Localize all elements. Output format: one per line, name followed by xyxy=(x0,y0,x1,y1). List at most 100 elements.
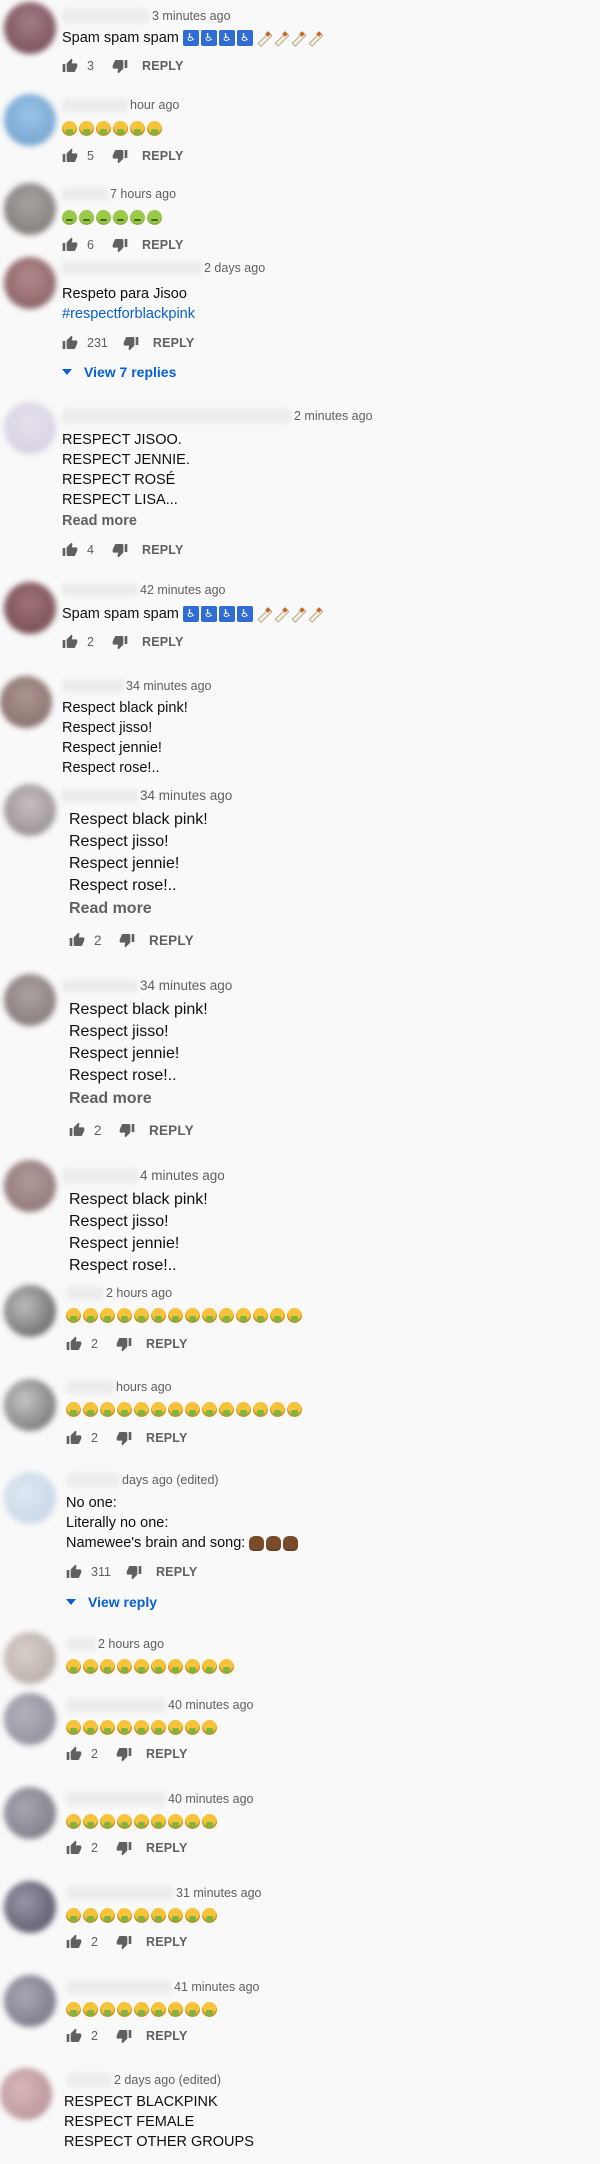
thumb-up-icon[interactable] xyxy=(66,1840,82,1856)
author-name[interactable] xyxy=(66,1473,120,1487)
avatar[interactable] xyxy=(4,1472,56,1524)
author-name[interactable] xyxy=(62,98,128,112)
thumb-up-icon[interactable] xyxy=(62,634,78,650)
thumb-down-icon[interactable] xyxy=(116,1430,132,1446)
thumb-up-icon[interactable] xyxy=(62,237,78,253)
read-more-button[interactable]: Read more xyxy=(69,1090,152,1108)
comment-time[interactable]: 34 minutes ago xyxy=(140,978,232,993)
avatar[interactable] xyxy=(4,402,56,454)
reply-button[interactable]: REPLY xyxy=(142,543,184,557)
thumb-down-icon[interactable] xyxy=(119,932,135,948)
comment-time[interactable]: 4 minutes ago xyxy=(140,1168,225,1183)
avatar[interactable] xyxy=(4,582,56,634)
reply-button[interactable]: REPLY xyxy=(142,149,184,163)
author-name[interactable] xyxy=(62,409,292,423)
author-name[interactable] xyxy=(62,583,138,597)
thumb-down-icon[interactable] xyxy=(112,148,128,164)
reply-button[interactable]: REPLY xyxy=(146,2029,188,2043)
avatar[interactable] xyxy=(4,1881,56,1933)
author-name[interactable] xyxy=(62,788,138,803)
read-more-button[interactable]: Read more xyxy=(62,513,137,529)
reply-button[interactable]: REPLY xyxy=(142,635,184,649)
avatar[interactable] xyxy=(4,257,56,309)
comment-time[interactable]: 7 hours ago xyxy=(110,187,176,201)
author-name[interactable] xyxy=(66,1286,104,1300)
author-name[interactable] xyxy=(66,1380,114,1394)
comment-time[interactable]: hours ago xyxy=(116,1380,172,1394)
thumb-up-icon[interactable] xyxy=(62,148,78,164)
reply-button[interactable]: REPLY xyxy=(142,238,184,252)
avatar[interactable] xyxy=(4,94,56,146)
avatar[interactable] xyxy=(4,1787,56,1839)
thumb-down-icon[interactable] xyxy=(112,542,128,558)
avatar[interactable] xyxy=(4,1379,56,1431)
thumb-up-icon[interactable] xyxy=(62,335,78,351)
comment-time[interactable]: 2 hours ago xyxy=(106,1286,172,1300)
author-name[interactable] xyxy=(66,1792,166,1806)
comment-time[interactable]: 2 days ago (edited) xyxy=(114,2073,221,2087)
comment-time[interactable]: 40 minutes ago xyxy=(168,1792,253,1806)
reply-button[interactable]: REPLY xyxy=(146,1337,188,1351)
reply-button[interactable]: REPLY xyxy=(146,1747,188,1761)
author-name[interactable] xyxy=(62,9,150,23)
thumb-up-icon[interactable] xyxy=(66,1746,82,1762)
thumb-down-icon[interactable] xyxy=(123,335,139,351)
comment-time[interactable]: 2 days ago xyxy=(204,261,265,275)
author-name[interactable] xyxy=(66,1886,174,1900)
comment-time[interactable]: 40 minutes ago xyxy=(168,1698,253,1712)
author-name[interactable] xyxy=(62,679,124,693)
thumb-up-icon[interactable] xyxy=(66,1564,82,1580)
avatar[interactable] xyxy=(4,784,56,836)
author-name[interactable] xyxy=(66,1698,166,1712)
author-name[interactable] xyxy=(62,187,108,201)
thumb-down-icon[interactable] xyxy=(116,1840,132,1856)
avatar[interactable] xyxy=(4,2,56,54)
author-name[interactable] xyxy=(66,1980,172,1994)
thumb-up-icon[interactable] xyxy=(66,1934,82,1950)
avatar[interactable] xyxy=(4,1632,56,1684)
thumb-up-icon[interactable] xyxy=(66,1430,82,1446)
reply-button[interactable]: REPLY xyxy=(146,1841,188,1855)
comment-time[interactable]: 31 minutes ago xyxy=(176,1886,261,1900)
avatar[interactable] xyxy=(0,676,52,728)
thumb-down-icon[interactable] xyxy=(126,1564,142,1580)
read-more-button[interactable]: Read more xyxy=(69,900,152,918)
reply-button[interactable]: REPLY xyxy=(149,933,194,948)
reply-button[interactable]: REPLY xyxy=(156,1565,198,1579)
view-replies-button[interactable]: View 7 replies xyxy=(62,364,176,380)
thumb-down-icon[interactable] xyxy=(116,1336,132,1352)
comment-time[interactable]: 3 minutes ago xyxy=(152,9,231,23)
author-name[interactable] xyxy=(62,261,202,275)
reply-button[interactable]: REPLY xyxy=(146,1935,188,1949)
thumb-down-icon[interactable] xyxy=(112,237,128,253)
thumb-up-icon[interactable] xyxy=(66,2028,82,2044)
thumb-up-icon[interactable] xyxy=(62,542,78,558)
author-name[interactable] xyxy=(62,1168,138,1183)
reply-button[interactable]: REPLY xyxy=(149,1123,194,1138)
avatar[interactable] xyxy=(4,974,56,1026)
author-name[interactable] xyxy=(62,978,138,993)
comment-time[interactable]: 2 minutes ago xyxy=(294,409,373,423)
avatar[interactable] xyxy=(4,1975,56,2027)
thumb-down-icon[interactable] xyxy=(116,2028,132,2044)
comment-time[interactable]: 41 minutes ago xyxy=(174,1980,259,1994)
thumb-down-icon[interactable] xyxy=(116,1746,132,1762)
thumb-up-icon[interactable] xyxy=(69,1122,85,1138)
author-name[interactable] xyxy=(66,1637,96,1651)
thumb-up-icon[interactable] xyxy=(62,58,78,74)
thumb-up-icon[interactable] xyxy=(69,932,85,948)
hashtag-link[interactable]: #respectforblackpink xyxy=(62,304,195,324)
comment-time[interactable]: hour ago xyxy=(130,98,179,112)
comment-time[interactable]: 34 minutes ago xyxy=(126,679,211,693)
reply-button[interactable]: REPLY xyxy=(146,1431,188,1445)
thumb-down-icon[interactable] xyxy=(112,58,128,74)
author-name[interactable] xyxy=(66,2073,112,2087)
avatar[interactable] xyxy=(4,1693,56,1745)
comment-time[interactable]: 2 hours ago xyxy=(98,1637,164,1651)
comment-time[interactable]: days ago (edited) xyxy=(122,1473,219,1487)
avatar[interactable] xyxy=(4,183,56,235)
view-replies-button[interactable]: View reply xyxy=(66,1594,157,1610)
comment-time[interactable]: 34 minutes ago xyxy=(140,788,232,803)
thumb-down-icon[interactable] xyxy=(112,634,128,650)
avatar[interactable] xyxy=(0,2068,52,2120)
